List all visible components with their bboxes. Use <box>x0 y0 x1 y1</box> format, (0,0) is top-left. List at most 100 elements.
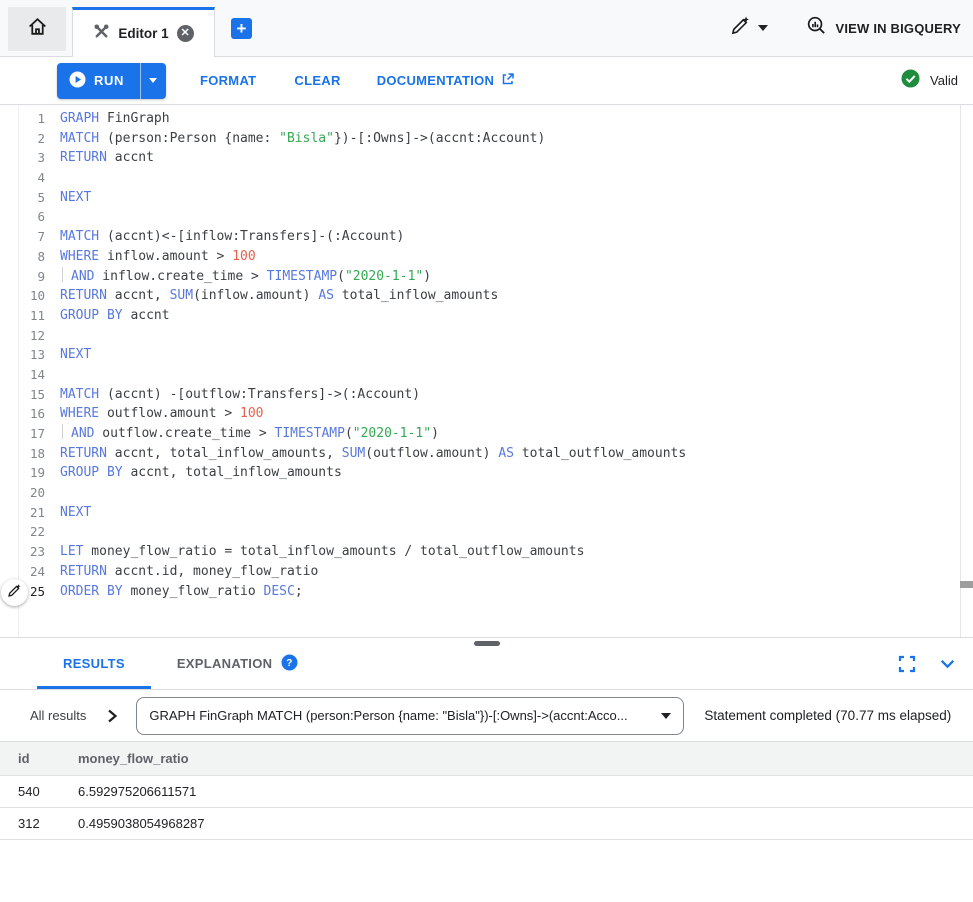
code-text: AND inflow.create_time > TIMESTAMP("2020… <box>60 267 973 287</box>
code-text <box>60 365 973 385</box>
scrollbar-thumb[interactable] <box>960 581 973 588</box>
collapse-panel-icon[interactable] <box>938 654 957 673</box>
line-number: 1 <box>0 109 60 129</box>
line-number: 5 <box>0 188 60 208</box>
code-text: NEXT <box>60 503 973 523</box>
line-number: 19 <box>0 463 60 483</box>
table-body: 5406.5929752066115713120.495903805496828… <box>0 775 973 839</box>
panel-drag-handle[interactable] <box>474 641 500 646</box>
code-text: NEXT <box>60 345 973 365</box>
table-row[interactable]: 3120.4959038054968287 <box>0 807 973 839</box>
svg-text:?: ? <box>287 658 293 669</box>
line-number: 8 <box>0 247 60 267</box>
code-text <box>60 522 973 542</box>
line-number: 21 <box>0 503 60 523</box>
magic-edit-menu[interactable] <box>730 15 768 41</box>
bigquery-lens-icon <box>806 15 827 41</box>
table-cell: 6.592975206611571 <box>60 775 973 807</box>
results-panel: RESULTS EXPLANATION ? All results <box>0 638 973 840</box>
format-button[interactable]: FORMAT <box>200 73 256 88</box>
code-line[interactable]: 24RETURN accnt.id, money_flow_ratio <box>0 562 973 582</box>
results-table: idmoney_flow_ratio 5406.5929752066115713… <box>0 742 973 840</box>
code-line[interactable]: 12 <box>0 326 973 346</box>
code-line[interactable]: 5NEXT <box>0 188 973 208</box>
tab-editor-1[interactable]: Editor 1 ✕ <box>72 7 215 57</box>
results-tab-label: RESULTS <box>63 656 125 671</box>
clear-button[interactable]: CLEAR <box>294 73 340 88</box>
code-line[interactable]: 4 <box>0 168 973 188</box>
documentation-link[interactable]: DOCUMENTATION <box>377 72 516 89</box>
code-text: RETURN accnt <box>60 148 973 168</box>
home-icon <box>26 15 49 43</box>
code-line[interactable]: 18RETURN accnt, total_inflow_amounts, SU… <box>0 444 973 464</box>
table-cell: 312 <box>0 807 60 839</box>
code-line[interactable]: 1GRAPH FinGraph <box>0 109 973 129</box>
code-line[interactable]: 6 <box>0 207 973 227</box>
tab-results[interactable]: RESULTS <box>37 638 151 689</box>
dropdown-caret-icon <box>661 713 671 719</box>
table-row[interactable]: 5406.592975206611571 <box>0 775 973 807</box>
chevron-down-icon <box>758 25 768 31</box>
gutter-divider <box>18 105 19 637</box>
code-line[interactable]: 2MATCH (person:Person {name: "Bisla"})-[… <box>0 129 973 149</box>
code-line[interactable]: 13NEXT <box>0 345 973 365</box>
tab-bar: Editor 1 ✕ + VIEW IN BIGQUERY <box>0 0 973 57</box>
table-cell: 540 <box>0 775 60 807</box>
code-line[interactable]: 15MATCH (accnt) -[outflow:Transfers]->(:… <box>0 385 973 405</box>
code-text: MATCH (accnt)<-[inflow:Transfers]-(:Acco… <box>60 227 973 247</box>
line-number: 18 <box>0 444 60 464</box>
code-text: NEXT <box>60 188 973 208</box>
code-line[interactable]: 16WHERE outflow.amount > 100 <box>0 404 973 424</box>
tab-explanation[interactable]: EXPLANATION ? <box>151 638 325 689</box>
code-text: WHERE inflow.amount > 100 <box>60 247 973 267</box>
line-number: 10 <box>0 286 60 306</box>
pen-sparkle-icon <box>7 583 22 603</box>
code-text <box>60 168 973 188</box>
line-number: 22 <box>0 522 60 542</box>
fullscreen-icon[interactable] <box>898 655 916 673</box>
add-tab-button[interactable]: + <box>231 18 252 39</box>
indent-guide <box>62 267 71 282</box>
code-line[interactable]: 9AND inflow.create_time > TIMESTAMP("202… <box>0 267 973 287</box>
line-number: 17 <box>0 424 60 444</box>
code-text: WHERE outflow.amount > 100 <box>60 404 973 424</box>
format-label: FORMAT <box>200 73 256 88</box>
gemini-assist-button[interactable] <box>1 579 28 606</box>
code-editor[interactable]: 1GRAPH FinGraph2MATCH (person:Person {na… <box>0 105 973 638</box>
selected-statement-text: GRAPH FinGraph MATCH (person:Person {nam… <box>149 708 653 723</box>
code-text: ORDER BY money_flow_ratio DESC; <box>60 582 973 602</box>
explanation-tab-label: EXPLANATION <box>177 656 273 671</box>
close-tab-icon[interactable]: ✕ <box>177 25 194 42</box>
home-tab-button[interactable] <box>8 7 66 51</box>
run-button[interactable]: RUN <box>57 63 140 99</box>
code-line[interactable]: 14 <box>0 365 973 385</box>
code-line[interactable]: 23LET money_flow_ratio = total_inflow_am… <box>0 542 973 562</box>
magic-pen-icon <box>730 15 751 41</box>
code-line[interactable]: 22 <box>0 522 973 542</box>
code-line[interactable]: 8WHERE inflow.amount > 100 <box>0 247 973 267</box>
code-line[interactable]: 7MATCH (accnt)<-[inflow:Transfers]-(:Acc… <box>0 227 973 247</box>
code-line[interactable]: 11GROUP BY accnt <box>0 306 973 326</box>
line-number: 14 <box>0 365 60 385</box>
code-line[interactable]: 25ORDER BY money_flow_ratio DESC; <box>0 582 973 602</box>
chevron-down-icon <box>149 78 157 83</box>
code-line[interactable]: 20 <box>0 483 973 503</box>
tabbar-right-actions: VIEW IN BIGQUERY <box>730 15 961 41</box>
code-line[interactable]: 21NEXT <box>0 503 973 523</box>
line-number: 24 <box>0 562 60 582</box>
statement-select-dropdown[interactable]: GRAPH FinGraph MATCH (person:Person {nam… <box>136 697 684 735</box>
code-line[interactable]: 3RETURN accnt <box>0 148 973 168</box>
run-options-dropdown[interactable] <box>140 63 166 99</box>
editor-scrollbar[interactable] <box>960 105 973 637</box>
view-in-bigquery-button[interactable]: VIEW IN BIGQUERY <box>806 15 961 41</box>
line-number: 6 <box>0 207 60 227</box>
code-text: AND outflow.create_time > TIMESTAMP("202… <box>60 424 973 444</box>
line-number: 4 <box>0 168 60 188</box>
line-number: 2 <box>0 129 60 149</box>
help-icon[interactable]: ? <box>281 654 298 674</box>
chevron-right-icon[interactable] <box>104 708 120 724</box>
code-line[interactable]: 17AND outflow.create_time > TIMESTAMP("2… <box>0 424 973 444</box>
code-lines: 1GRAPH FinGraph2MATCH (person:Person {na… <box>0 105 973 601</box>
code-line[interactable]: 10RETURN accnt, SUM(inflow.amount) AS to… <box>0 286 973 306</box>
code-line[interactable]: 19GROUP BY accnt, total_inflow_amounts <box>0 463 973 483</box>
